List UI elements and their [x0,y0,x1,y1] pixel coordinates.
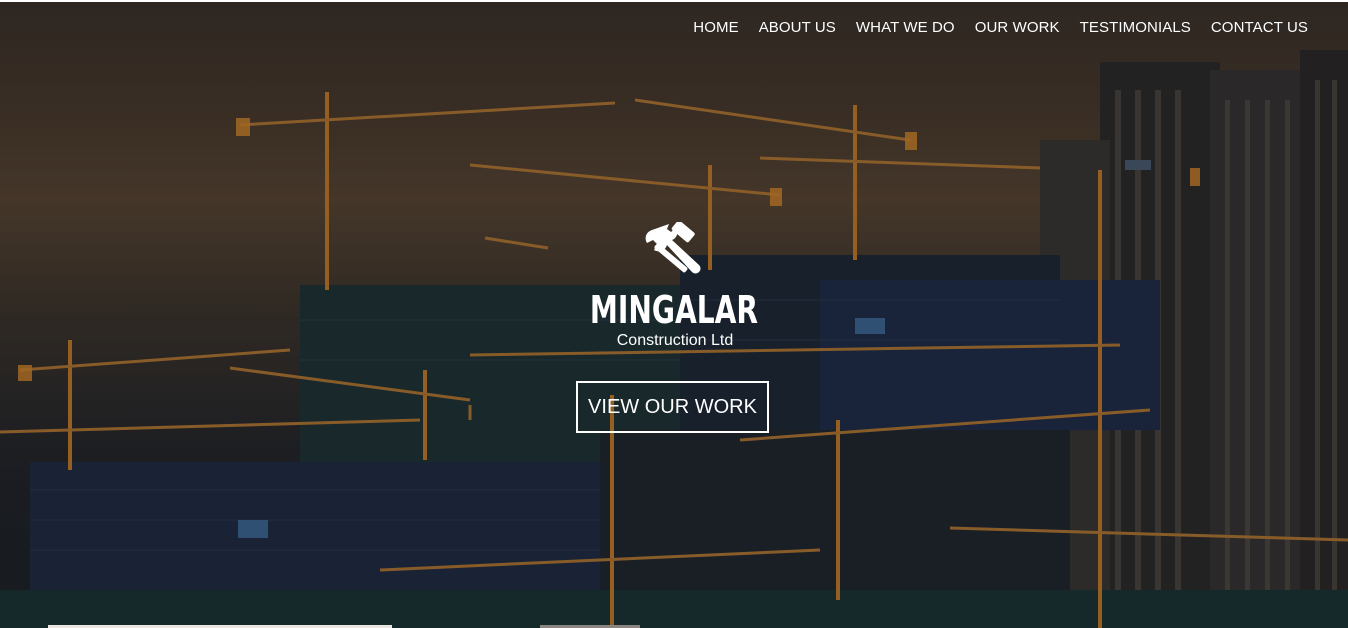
brand-subtitle: Construction Ltd [616,332,734,349]
view-our-work-button[interactable]: VIEW OUR WORK [576,381,769,433]
nav-item-our-work[interactable]: OUR WORK [965,16,1070,40]
hero-section: HOME ABOUT US WHAT WE DO OUR WORK TESTIM… [0,0,1348,628]
nav-item-home[interactable]: HOME [683,16,748,40]
brand-logo: MINGALAR Construction Ltd [0,222,1348,351]
wrench-hammer-icon [645,222,701,274]
nav-item-testimonials[interactable]: TESTIMONIALS [1070,16,1201,40]
nav-item-contact-us[interactable]: CONTACT US [1201,16,1318,40]
brand-name: MINGALAR [589,288,759,332]
nav-item-about-us[interactable]: ABOUT US [749,16,846,40]
nav-item-what-we-do[interactable]: WHAT WE DO [846,16,965,40]
top-border [0,0,1348,2]
main-nav: HOME ABOUT US WHAT WE DO OUR WORK TESTIM… [683,16,1318,40]
